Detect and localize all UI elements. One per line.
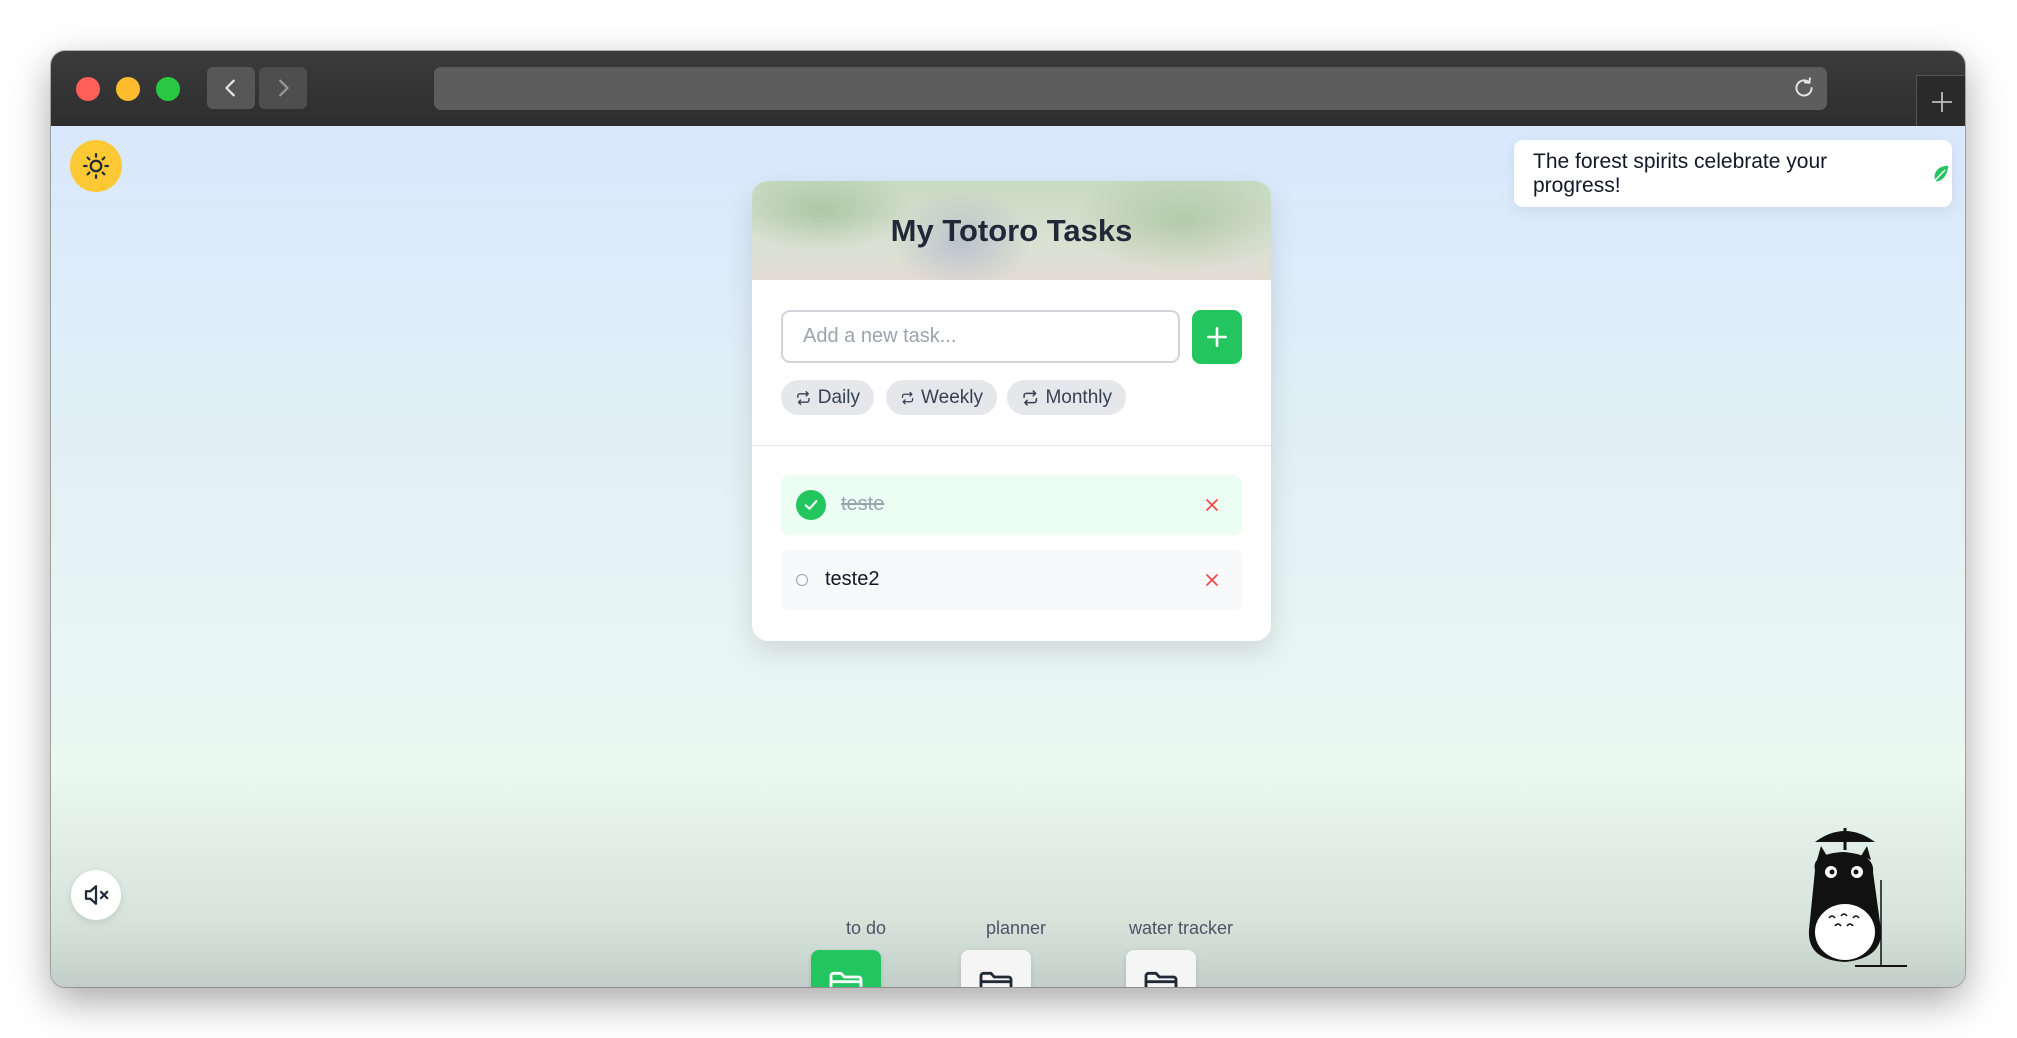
dock-todo-button[interactable]: [811, 950, 881, 987]
browser-window: The forest spirits celebrate your progre…: [51, 51, 1965, 987]
mute-button[interactable]: [71, 870, 121, 920]
sun-icon: [83, 153, 109, 179]
close-icon: [1206, 574, 1218, 586]
filter-label: Monthly: [1045, 386, 1112, 408]
filter-daily-button[interactable]: Daily: [781, 380, 874, 415]
repeat-icon: [1023, 389, 1038, 406]
leaf-icon: [1932, 165, 1949, 183]
task-text: teste: [841, 493, 885, 515]
plus-icon: [1931, 91, 1952, 112]
folder-icon: [829, 971, 863, 987]
divider: [752, 445, 1271, 446]
forward-button[interactable]: [259, 67, 307, 109]
back-button[interactable]: [207, 67, 255, 109]
todo-card: My Totoro Tasks Daily Weekly Monthly: [752, 181, 1271, 641]
address-bar[interactable]: [434, 67, 1827, 110]
task-item: teste2: [781, 550, 1242, 610]
page-content: The forest spirits celebrate your progre…: [51, 126, 1965, 987]
task-item: teste: [781, 475, 1242, 535]
task-complete-toggle[interactable]: [796, 490, 826, 520]
theme-toggle-button[interactable]: [70, 140, 122, 192]
browser-titlebar: [51, 51, 1965, 127]
card-header: My Totoro Tasks: [752, 181, 1271, 280]
delete-task-button[interactable]: [1202, 495, 1222, 520]
plus-icon: [1207, 327, 1227, 347]
repeat-icon: [901, 391, 914, 404]
chevron-left-icon: [225, 79, 235, 97]
filter-label: Daily: [817, 386, 860, 408]
folder-icon: [979, 971, 1013, 987]
dock-label-todo: to do: [845, 918, 887, 938]
reload-icon[interactable]: [1791, 75, 1817, 106]
chevron-right-icon: [279, 79, 289, 97]
filter-weekly-button[interactable]: Weekly: [886, 380, 997, 415]
dock-planner-button[interactable]: [961, 950, 1031, 987]
dock-label-planner: planner: [985, 918, 1047, 938]
toast-message: The forest spirits celebrate your progre…: [1533, 149, 1828, 197]
close-window-button[interactable]: [76, 77, 100, 101]
page-title: My Totoro Tasks: [890, 212, 1133, 248]
check-icon: [804, 500, 818, 510]
add-task-button[interactable]: [1192, 310, 1242, 364]
folder-icon: [1144, 971, 1178, 987]
new-tab-button[interactable]: [1916, 75, 1965, 127]
close-icon: [1206, 499, 1218, 511]
totoro-mascot-icon: [1808, 828, 1907, 967]
delete-task-button[interactable]: [1202, 570, 1222, 595]
task-text: teste2: [825, 568, 880, 590]
repeat-icon: [797, 390, 810, 405]
filter-label: Weekly: [921, 386, 983, 408]
minimize-window-button[interactable]: [116, 77, 140, 101]
filter-monthly-button[interactable]: Monthly: [1007, 380, 1126, 415]
dock-water-tracker-button[interactable]: [1126, 950, 1196, 987]
dock-label-water-tracker: water tracker: [1128, 918, 1234, 938]
volume-mute-icon: [84, 885, 109, 905]
task-complete-toggle[interactable]: [796, 574, 808, 586]
notification-toast: The forest spirits celebrate your progre…: [1514, 140, 1952, 207]
new-task-input[interactable]: [781, 310, 1180, 363]
maximize-window-button[interactable]: [156, 77, 180, 101]
